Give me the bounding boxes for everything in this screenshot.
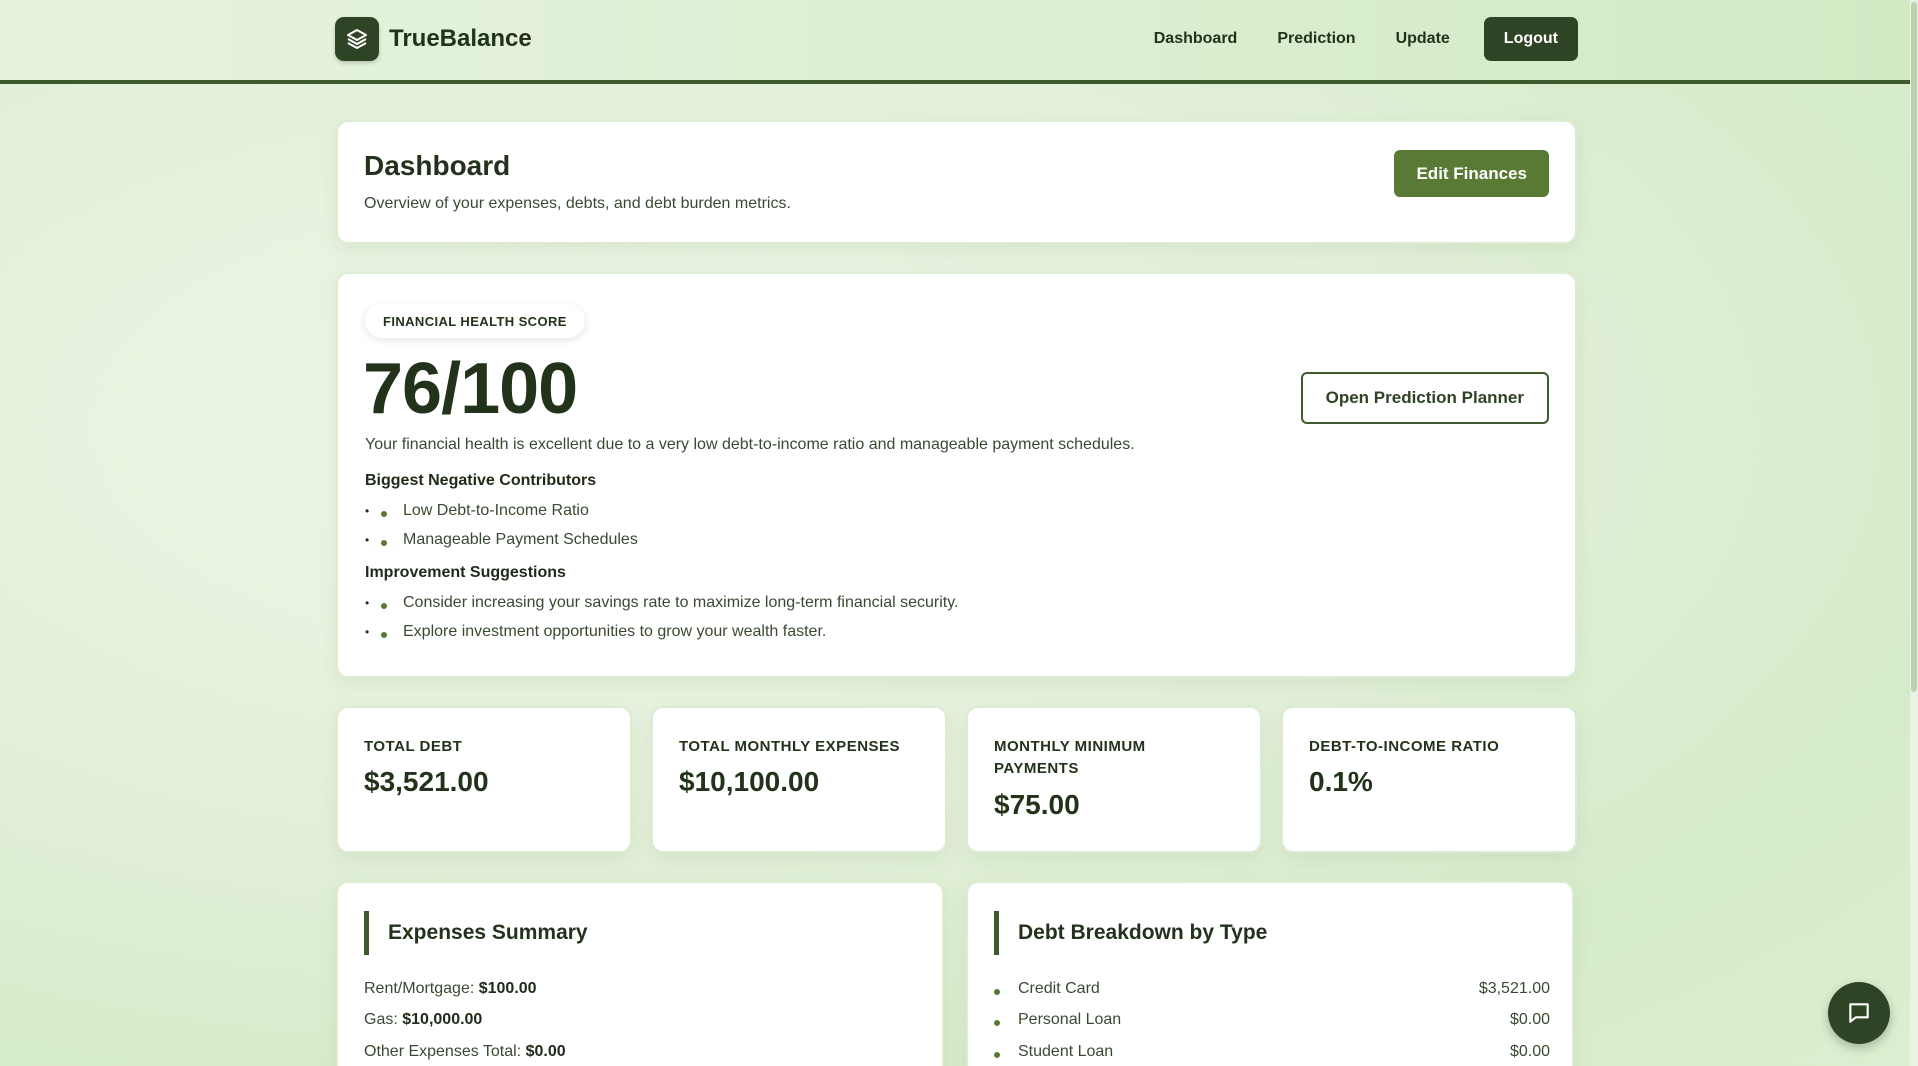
page-title: Dashboard [364, 150, 511, 181]
brand-name: TrueBalance [389, 25, 532, 52]
chat-button[interactable] [1828, 982, 1890, 1044]
page-scrollbar[interactable] [1910, 0, 1918, 1066]
debt-row-student-loan: Student Loan $0.00 [994, 1043, 1550, 1061]
debt-row-personal-loan: Personal Loan $0.00 [994, 1011, 1550, 1029]
edit-finances-button[interactable]: Edit Finances [1394, 150, 1549, 197]
stat-value: $10,100.00 [679, 766, 820, 797]
expense-line-other: Other Expenses Total: $0.00 [364, 1043, 566, 1060]
health-score-value: 76/100 [363, 349, 578, 429]
debt-breakdown-card: Debt Breakdown by Type Credit Card $3,521… [966, 881, 1574, 1066]
nav-update[interactable]: Update [1396, 30, 1450, 48]
dashboard-header-card: Dashboard Overview of your expenses, deb… [336, 120, 1577, 244]
negative-contributors-list: • Low Debt-to-Income Ratio • Manageable Pa… [365, 496, 638, 554]
logout-button[interactable]: Logout [1483, 17, 1578, 61]
nav-prediction[interactable]: Prediction [1277, 30, 1355, 48]
list-item: • Explore investment opportunities to gro… [365, 622, 827, 640]
expense-line-gas: Gas: $10,000.00 [364, 1011, 483, 1028]
stat-label: TOTAL DEBT [364, 738, 463, 755]
layers-icon [335, 17, 379, 61]
nav-dashboard[interactable]: Dashboard [1154, 30, 1238, 48]
expenses-summary-card: Expenses Summary Rent/Mortgage: $100.00 … [336, 881, 944, 1066]
debt-breakdown-heading: Debt Breakdown by Type [994, 911, 1550, 955]
stat-card-monthly-expenses: TOTAL MONTHLY EXPENSES $10,100.00 [651, 706, 947, 853]
stat-card-minimum-payments: MONTHLY MINIMUM PAYMENTS $75.00 [966, 706, 1262, 853]
page-subtitle: Overview of your expenses, debts, and de… [364, 195, 791, 212]
stat-value: $3,521.00 [364, 766, 489, 797]
stat-value: $75.00 [994, 789, 1080, 820]
negative-contributors-heading: Biggest Negative Contributors [365, 472, 597, 489]
financial-health-card: FINANCIAL HEALTH SCORE 76/100 Your finan… [336, 272, 1577, 678]
stat-label: MONTHLY MINIMUM PAYMENTS [994, 738, 1146, 777]
top-nav-bar: TrueBalance Dashboard Prediction Update … [0, 0, 1910, 84]
expenses-summary-heading: Expenses Summary [364, 911, 920, 955]
improvement-suggestions-list: • Consider increasing your savings rate t… [365, 588, 958, 646]
expense-line-rent: Rent/Mortgage: $100.00 [364, 980, 537, 997]
stat-label: DEBT-TO-INCOME RATIO [1309, 738, 1500, 755]
stat-card-debt-to-income: DEBT-TO-INCOME RATIO 0.1% [1281, 706, 1577, 853]
scrollbar-thumb[interactable] [1911, 2, 1917, 692]
open-prediction-planner-button[interactable]: Open Prediction Planner [1300, 372, 1549, 424]
chat-bubble-icon [1849, 1003, 1869, 1023]
stat-value: 0.1% [1309, 766, 1373, 797]
stat-card-total-debt: TOTAL DEBT $3,521.00 [336, 706, 632, 853]
brand[interactable]: TrueBalance [335, 17, 532, 61]
improvement-suggestions-heading: Improvement Suggestions [365, 564, 566, 581]
stat-label: TOTAL MONTHLY EXPENSES [679, 738, 901, 755]
health-score-description: Your financial health is excellent due t… [365, 436, 1135, 453]
list-item: • Manageable Payment Schedules [365, 530, 638, 548]
list-item: • Low Debt-to-Income Ratio [365, 501, 589, 519]
health-score-badge: FINANCIAL HEALTH SCORE [365, 304, 585, 338]
debt-row-credit-card: Credit Card $3,521.00 [994, 980, 1550, 998]
list-item: • Consider increasing your savings rate t… [365, 593, 959, 611]
nav-links: Dashboard Prediction Update Logout [1154, 17, 1578, 61]
